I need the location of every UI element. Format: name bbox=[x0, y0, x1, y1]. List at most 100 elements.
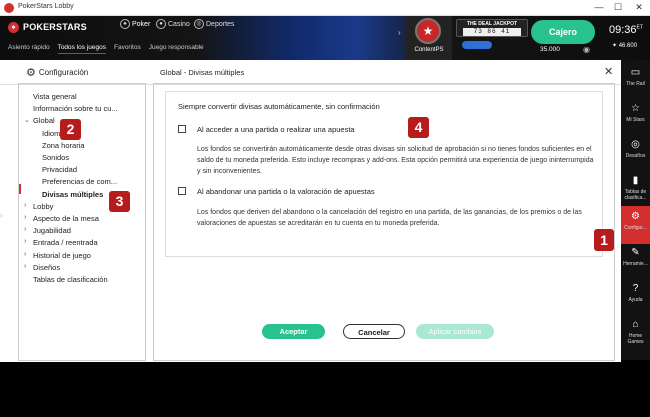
rail-item[interactable]: ? Ayuda bbox=[621, 278, 650, 316]
chevron-right-icon[interactable]: › bbox=[24, 238, 26, 245]
rail-item[interactable]: ⚙ Configur... bbox=[621, 206, 650, 244]
product-sports[interactable]: ◎ Deportes bbox=[194, 19, 234, 29]
settings-tree-item[interactable]: › Entrada / reentrada bbox=[24, 238, 98, 248]
subnav-responsible-gaming[interactable]: Juego responsable bbox=[149, 44, 204, 54]
annotation-badge-4: 4 bbox=[408, 117, 429, 138]
option2-description: Los fondos que deriven del abandono o la… bbox=[197, 209, 582, 227]
section-heading: Siempre convertir divisas automáticament… bbox=[178, 102, 380, 111]
rail-item[interactable]: ⌂ Home Games bbox=[621, 314, 650, 352]
logo-text: POKERSTARS bbox=[23, 22, 87, 32]
maximize-icon[interactable]: ☐ bbox=[611, 1, 625, 14]
settings-tree-item[interactable]: Zona horaria bbox=[42, 141, 85, 150]
rail-item[interactable]: ▮ Tablas de clasifica... bbox=[621, 170, 650, 208]
rail-item-label: Configur... bbox=[624, 225, 647, 231]
pokerstars-logo[interactable]: ♠ POKERSTARS bbox=[8, 20, 87, 34]
settings-tree-item[interactable]: Privacidad bbox=[42, 165, 77, 174]
chevron-right-icon[interactable]: › bbox=[24, 214, 26, 221]
settings-tree-item[interactable]: › Diseños bbox=[24, 263, 60, 272]
close-icon[interactable]: ✕ bbox=[604, 65, 613, 78]
cashier-button[interactable]: Cajero bbox=[531, 20, 595, 44]
jackpot-title: THE DEAL JACKPOT bbox=[466, 21, 518, 27]
settings-tree-item[interactable]: Vista general bbox=[33, 92, 77, 101]
rail-item[interactable]: ☆ Mi Stars bbox=[621, 98, 650, 136]
chevron-right-icon[interactable]: › bbox=[24, 202, 26, 209]
settings-tree-item[interactable]: Sonidos bbox=[42, 153, 69, 162]
spade-icon: ♠ bbox=[120, 19, 130, 29]
chevron-right-icon[interactable]: › bbox=[24, 263, 26, 270]
settings-tree-label: Sonidos bbox=[42, 153, 70, 162]
window-titlebar: PokerStars Lobby — ☐ ✕ bbox=[0, 0, 650, 16]
accept-button[interactable]: Aceptar bbox=[262, 324, 325, 339]
option1-checkbox[interactable] bbox=[178, 125, 186, 133]
rail-item[interactable]: ◎ Desafíos bbox=[621, 134, 650, 172]
option2-checkbox[interactable] bbox=[178, 187, 186, 195]
clock-zone: ET bbox=[636, 24, 643, 31]
gear-icon: ⚙ bbox=[631, 211, 640, 222]
settings-tree-label: Divisas múltiples bbox=[42, 189, 104, 199]
settings-title-text: Configuración bbox=[38, 68, 89, 77]
settings-tree-label: Entrada / reentrada bbox=[33, 238, 98, 248]
chevron-right-icon[interactable]: › bbox=[24, 226, 26, 233]
subnav-favorites[interactable]: Favoritos bbox=[114, 44, 141, 54]
apply-changes-button[interactable]: Aplicar cambios bbox=[416, 324, 494, 339]
settings-tree-label: Tablas de clasificación bbox=[33, 275, 108, 284]
chevron-right-icon[interactable]: › bbox=[24, 251, 26, 258]
settings-tree-label: Aspecto de la mesa bbox=[33, 214, 99, 223]
lobby-subnav: Asiento rápido Todos los juegos Favorito… bbox=[8, 44, 204, 54]
chevron-left-icon[interactable]: › bbox=[0, 205, 8, 227]
rail-item[interactable]: ▭ The Rail bbox=[621, 62, 650, 100]
settings-tree-label: Global bbox=[33, 116, 55, 126]
product-label: Poker bbox=[132, 20, 151, 28]
settings-tree-item[interactable]: › Jugabilidad bbox=[24, 226, 71, 235]
wrench-icon: ✎ bbox=[631, 247, 640, 258]
product-casino[interactable]: ● Casino bbox=[156, 19, 190, 29]
product-label: Deportes bbox=[206, 20, 235, 28]
cancel-button[interactable]: Cancelar bbox=[343, 324, 405, 339]
settings-tree-item[interactable]: Preferencias de com... bbox=[42, 177, 117, 186]
subnav-all-games[interactable]: Todos los juegos bbox=[57, 44, 106, 54]
subnav-quick-seat[interactable]: Asiento rápido bbox=[8, 44, 50, 54]
eye-icon[interactable]: ◉ bbox=[583, 45, 590, 54]
rail-item-label: Herramie... bbox=[623, 261, 648, 267]
pokerstars-app-icon bbox=[4, 3, 14, 13]
star-icon: ☆ bbox=[631, 103, 640, 114]
settings-tree-item[interactable]: › Historial de juego bbox=[24, 251, 91, 260]
rail-item[interactable]: ✎ Herramie... bbox=[621, 242, 650, 280]
annotation-badge-1: 1 bbox=[594, 229, 614, 251]
settings-tree-label: Zona horaria bbox=[42, 140, 85, 150]
chevron-down-icon[interactable]: ⌄ bbox=[24, 116, 30, 124]
settings-tree-item[interactable]: Información sobre tu cu... bbox=[33, 104, 118, 113]
settings-tree-label: Preferencias de com... bbox=[42, 177, 118, 187]
points-amount: 46.600 bbox=[618, 43, 638, 49]
clock-time: 09:36 bbox=[609, 24, 637, 36]
option2-label[interactable]: Al abandonar una partida o la valoración… bbox=[197, 187, 375, 196]
gear-icon: ⚙ bbox=[26, 67, 36, 79]
settings-tree-label: Privacidad bbox=[42, 165, 78, 175]
jackpot-amount: 73 86 41 bbox=[463, 28, 521, 36]
rail-item-label: Home Games bbox=[627, 333, 644, 345]
home-icon: ⌂ bbox=[632, 319, 639, 330]
balance-value: 35.000 bbox=[540, 46, 560, 53]
chevron-right-icon[interactable]: › bbox=[398, 28, 401, 37]
target-icon: ◎ bbox=[631, 139, 640, 150]
progress-pill[interactable] bbox=[462, 41, 492, 49]
selection-indicator bbox=[19, 184, 21, 194]
close-window-icon[interactable]: ✕ bbox=[632, 1, 646, 14]
points-value: ✦ 46.600 bbox=[612, 43, 638, 49]
product-poker[interactable]: ♠ Poker bbox=[120, 19, 150, 29]
settings-tree-item[interactable]: › Lobby bbox=[24, 202, 53, 211]
minimize-icon[interactable]: — bbox=[592, 1, 606, 14]
settings-tree-item[interactable]: Divisas múltiples bbox=[42, 190, 103, 199]
settings-tree-item[interactable]: ⌄ Global bbox=[24, 116, 55, 126]
option1-label[interactable]: Al acceder a una partida o realizar una … bbox=[197, 125, 355, 134]
settings-nav: Vista general Información sobre tu cu... ⌄… bbox=[18, 83, 146, 361]
settings-header: ⚙ Configuración Global - Divisas múltipl… bbox=[0, 60, 621, 85]
window-title: PokerStars Lobby bbox=[18, 3, 74, 10]
spade-icon: ♠ bbox=[8, 21, 19, 33]
app-root: PokerStars Lobby — ☐ ✕ ♠ POKERSTARS ♠ Po… bbox=[0, 0, 650, 417]
contentps-widget[interactable]: ★ ContentPS bbox=[406, 16, 452, 60]
jackpot-banner[interactable]: THE DEAL JACKPOT 73 86 41 bbox=[456, 19, 528, 37]
settings-tree-item[interactable]: › Aspecto de la mesa bbox=[24, 214, 99, 223]
settings-tree-item[interactable]: Tablas de clasificación bbox=[33, 275, 108, 284]
rail-item-label: The Rail bbox=[626, 81, 645, 87]
